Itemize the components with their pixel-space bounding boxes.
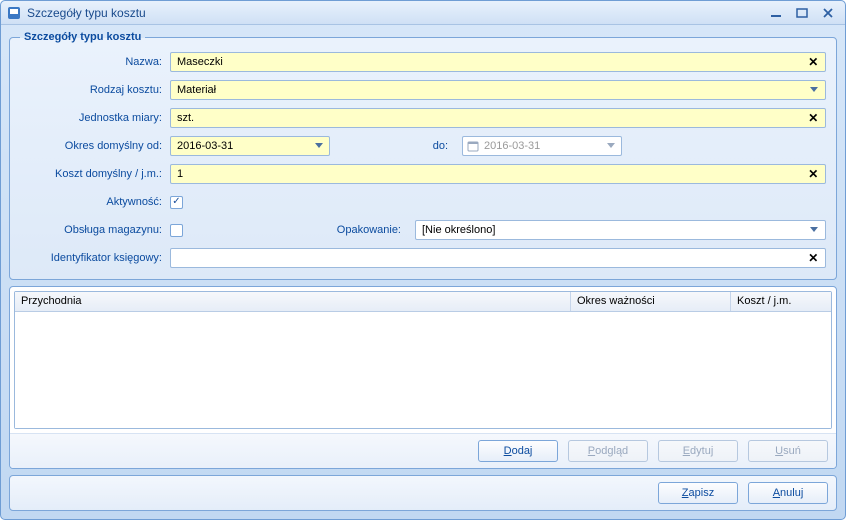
label-okres-od: Okres domyślny od: [20,140,170,152]
grid-panel: Przychodnia Okres ważności Koszt / j.m. … [9,286,837,469]
opakowanie-combo[interactable] [415,220,826,240]
okres-do-text[interactable] [482,139,604,153]
podglad-rest: odgląd [595,445,628,457]
jednostka-input-text[interactable] [175,111,803,125]
dodaj-button[interactable]: Dodaj [478,440,558,462]
aktywnosc-checkbox[interactable] [170,196,183,209]
minimize-button[interactable] [765,5,787,21]
zapisz-button[interactable]: Zapisz [658,482,738,504]
jednostka-input[interactable]: ✕ [170,108,826,128]
groupbox-legend: Szczegóły typu kosztu [20,31,145,43]
clear-icon[interactable]: ✕ [805,250,821,266]
label-ident: Identyfikator księgowy: [20,252,170,264]
col-przychodnia[interactable]: Przychodnia [15,292,571,311]
anuluj-button[interactable]: Anuluj [748,482,828,504]
label-koszt-jm: Koszt domyślny / j.m.: [20,168,170,180]
koszt-jm-input[interactable]: ✕ [170,164,826,184]
magazyn-checkbox[interactable] [170,224,183,237]
usun-button[interactable]: Usuń [748,440,828,462]
content-area: Szczegóły typu kosztu Nazwa: ✕ Rodzaj ko… [1,25,845,519]
clear-icon[interactable]: ✕ [805,110,821,126]
chevron-down-icon[interactable] [312,138,325,154]
app-icon [7,6,21,20]
label-opakowanie: Opakowanie: [189,224,409,236]
label-aktywnosc: Aktywność: [20,196,170,208]
podglad-button[interactable]: Podgląd [568,440,648,462]
okres-do-datebox[interactable] [462,136,622,156]
col-okres[interactable]: Okres ważności [571,292,731,311]
grid-body[interactable] [15,312,831,428]
ident-input[interactable]: ✕ [170,248,826,268]
chevron-down-icon[interactable] [808,222,821,238]
grid-inner: Przychodnia Okres ważności Koszt / j.m. [14,291,832,429]
rodzaj-combo-text[interactable] [175,83,805,97]
bottom-bar: Zapisz Anuluj [9,475,837,511]
label-jednostka: Jednostka miary: [20,112,170,124]
label-do: do: [336,140,456,152]
okres-od-text[interactable] [175,139,310,153]
edytuj-rest: dytuj [690,445,713,457]
dodaj-rest: odaj [512,445,533,457]
calendar-icon [467,140,479,152]
grid-buttons: Dodaj Podgląd Edytuj Usuń [10,433,836,468]
window-title: Szczegóły typu kosztu [27,6,761,20]
opakowanie-text[interactable] [420,223,806,237]
koszt-jm-text[interactable] [175,167,803,181]
ident-text[interactable] [175,251,803,265]
window: Szczegóły typu kosztu Szczegóły typu kos… [0,0,846,520]
label-magazyn: Obsługa magazynu: [20,224,170,236]
clear-icon[interactable]: ✕ [805,166,821,182]
titlebar: Szczegóły typu kosztu [1,1,845,25]
details-groupbox: Szczegóły typu kosztu Nazwa: ✕ Rodzaj ko… [9,31,837,280]
chevron-down-icon[interactable] [606,138,617,154]
rodzaj-combo[interactable] [170,80,826,100]
nazwa-input[interactable]: ✕ [170,52,826,72]
nazwa-input-text[interactable] [175,55,803,69]
edytuj-button[interactable]: Edytuj [658,440,738,462]
label-nazwa: Nazwa: [20,56,170,68]
close-button[interactable] [817,5,839,21]
usun-rest: suń [783,445,801,457]
chevron-down-icon[interactable] [807,82,821,98]
clear-icon[interactable]: ✕ [805,54,821,70]
okres-od-datebox[interactable] [170,136,330,156]
anuluj-rest: nuluj [780,487,803,499]
grid-header: Przychodnia Okres ważności Koszt / j.m. [15,292,831,312]
zapisz-rest: apisz [689,487,715,499]
maximize-button[interactable] [791,5,813,21]
col-koszt[interactable]: Koszt / j.m. [731,292,831,311]
label-rodzaj: Rodzaj kosztu: [20,84,170,96]
